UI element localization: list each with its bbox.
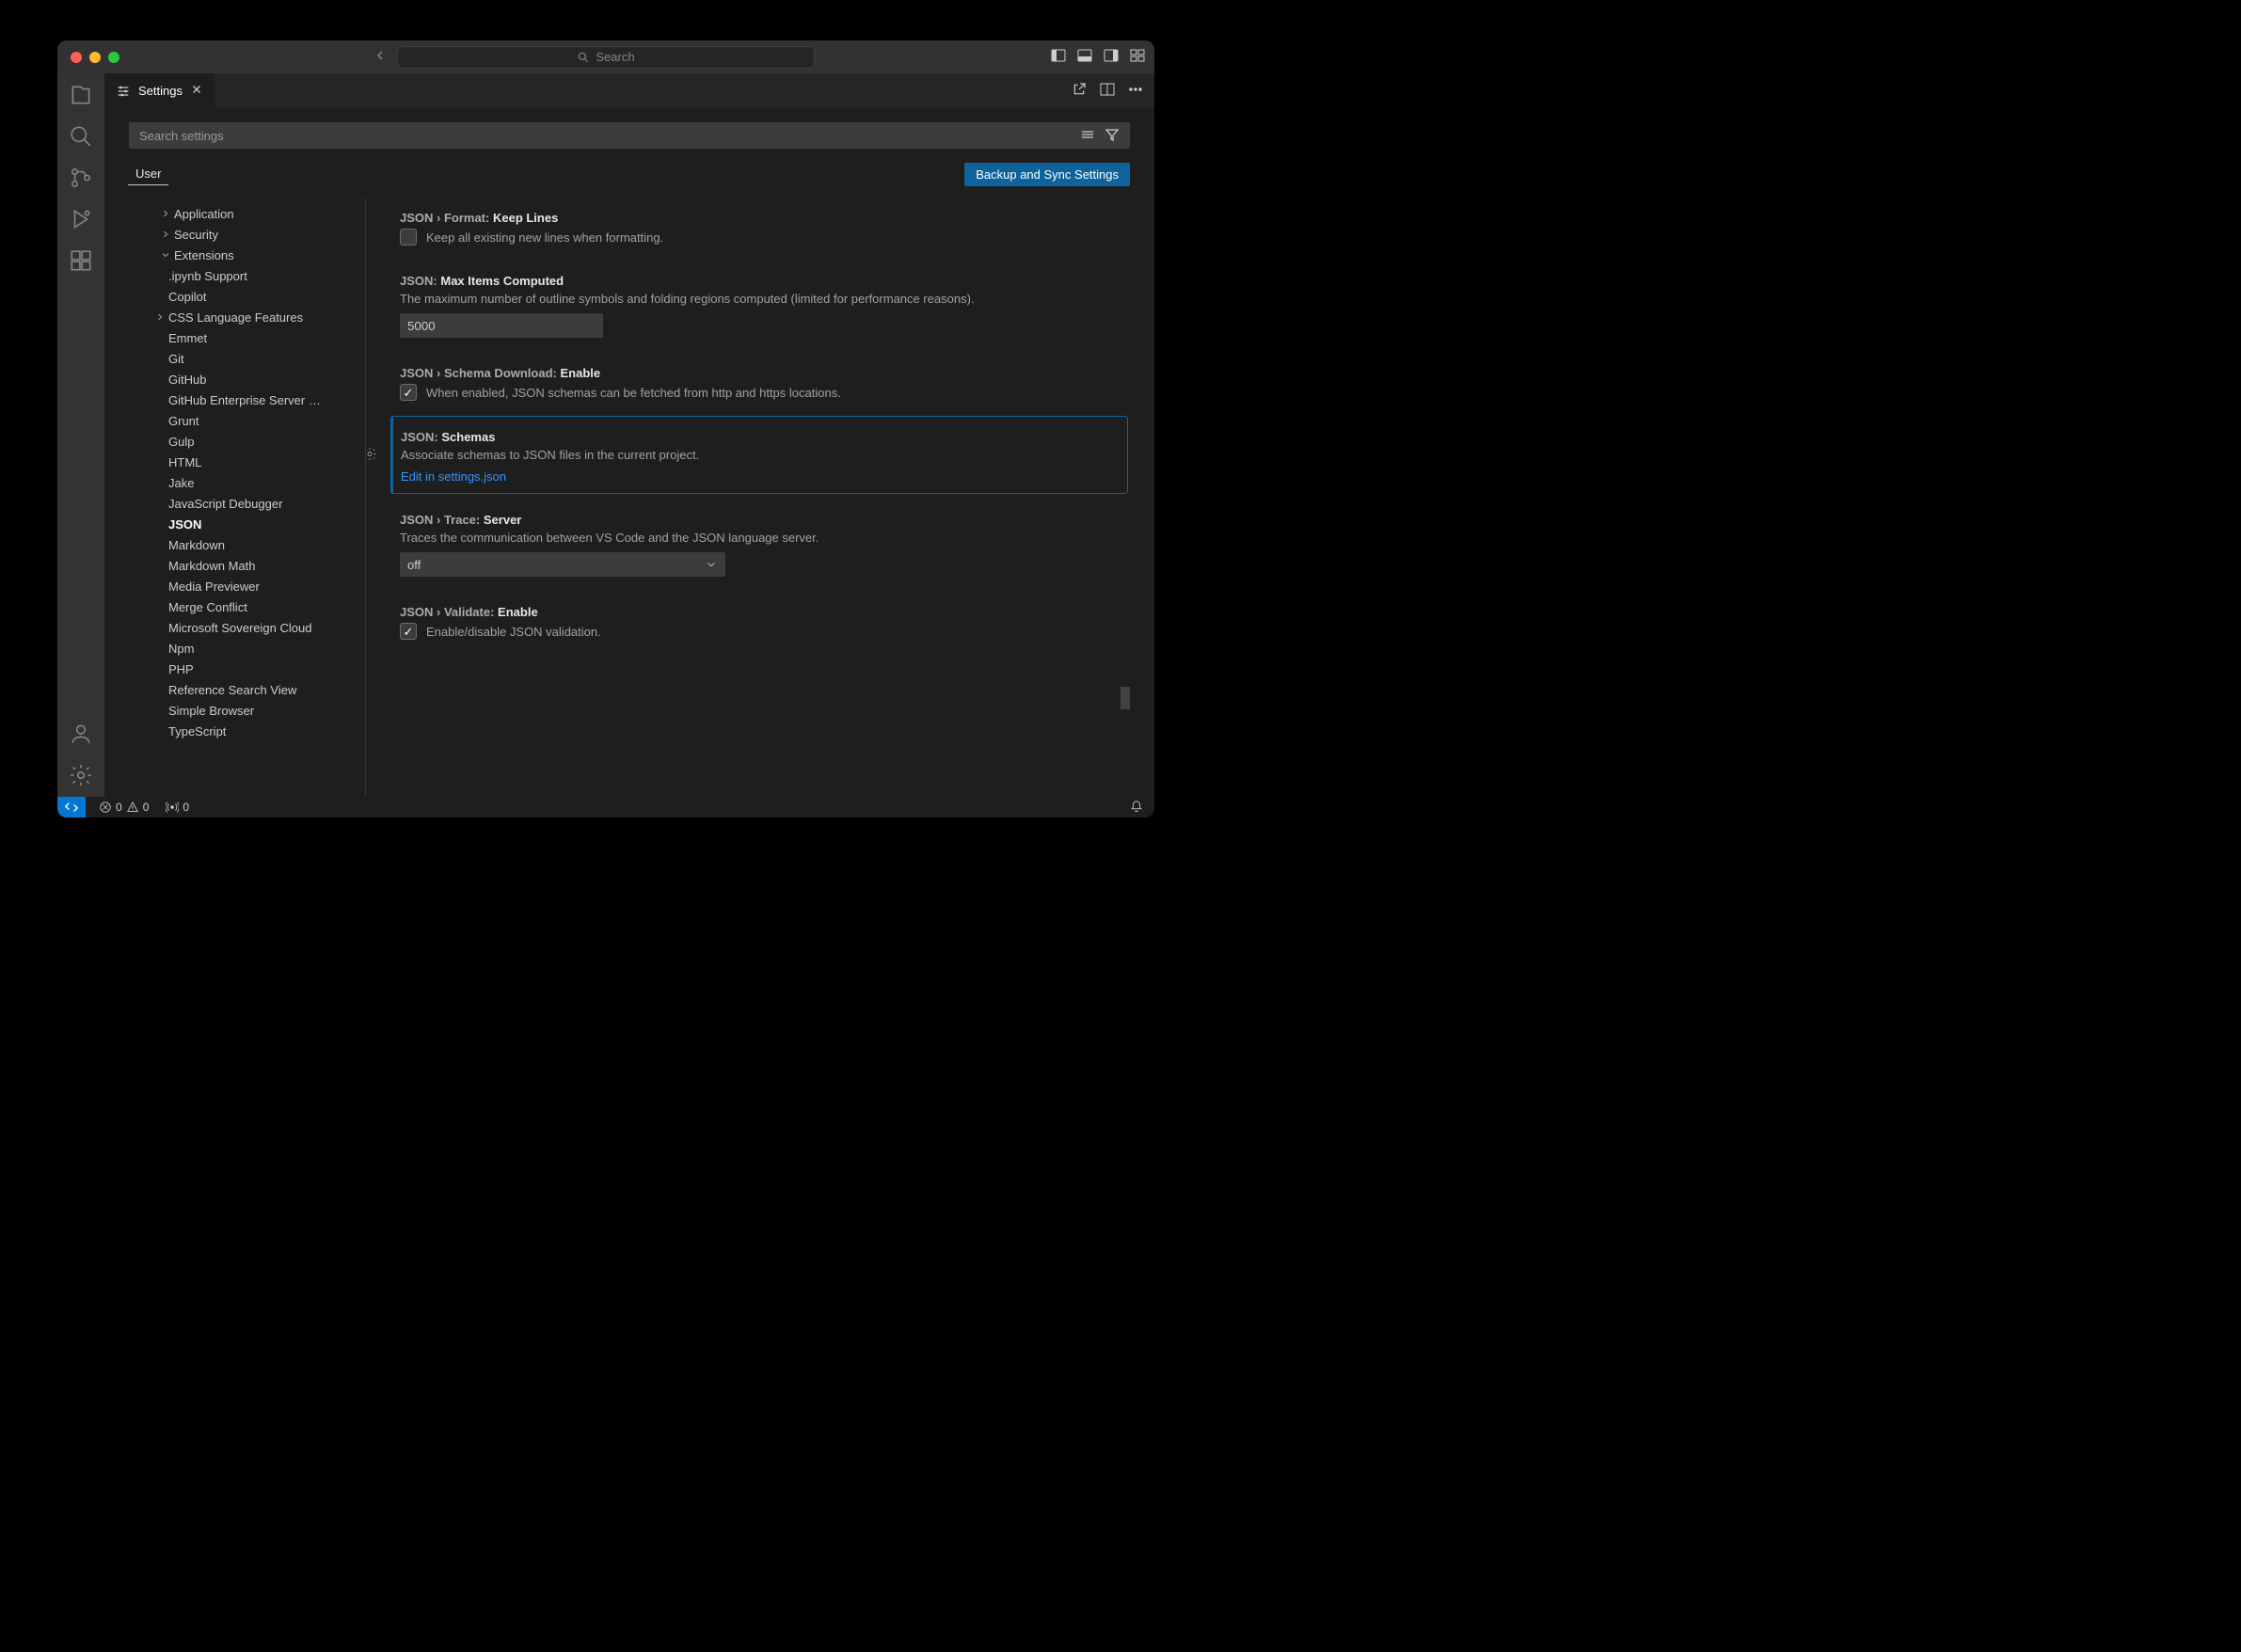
- setting-json-max-items: JSON: Max Items Computed The maximum num…: [390, 261, 1128, 347]
- customize-layout-icon[interactable]: [1130, 48, 1145, 66]
- accounts-icon[interactable]: [69, 722, 93, 746]
- settings-tab-icon: [116, 84, 131, 99]
- input-max-items[interactable]: [400, 313, 603, 338]
- tab-settings[interactable]: Settings: [104, 73, 215, 107]
- search-icon[interactable]: [69, 124, 93, 149]
- toc-item[interactable]: GitHub: [129, 369, 366, 389]
- toc-item[interactable]: Reference Search View: [129, 679, 366, 700]
- tab-close-button[interactable]: [190, 83, 203, 99]
- toc-item[interactable]: TypeScript: [129, 721, 366, 741]
- broadcast-icon: [166, 801, 179, 814]
- chevron-down-icon: [705, 558, 718, 571]
- setting-json-trace-server: JSON › Trace: Server Traces the communic…: [390, 500, 1128, 586]
- more-actions-icon[interactable]: [1128, 82, 1143, 100]
- toc-item[interactable]: Copilot: [129, 286, 366, 307]
- problems-indicator[interactable]: 0 0: [95, 797, 152, 818]
- activity-bar: [57, 73, 104, 797]
- toc-item[interactable]: JavaScript Debugger: [129, 493, 366, 514]
- filter-icon[interactable]: [1105, 127, 1120, 145]
- nav-back-button[interactable]: [373, 48, 388, 66]
- scrollbar-thumb[interactable]: [1120, 687, 1130, 709]
- source-control-icon[interactable]: [69, 166, 93, 190]
- setting-json-validate: JSON › Validate: Enable Enable/disable J…: [390, 592, 1128, 649]
- traffic-lights: [71, 52, 119, 63]
- run-debug-icon[interactable]: [69, 207, 93, 231]
- toc-item[interactable]: Markdown Math: [129, 555, 366, 576]
- toc-item[interactable]: .ipynb Support: [129, 265, 366, 286]
- toc-item[interactable]: Grunt: [129, 410, 366, 431]
- toc-item[interactable]: Microsoft Sovereign Cloud: [129, 617, 366, 638]
- select-trace-server[interactable]: off: [400, 552, 725, 577]
- toggle-secondary-sidebar-icon[interactable]: [1104, 48, 1119, 66]
- toc-item[interactable]: CSS Language Features: [129, 307, 366, 327]
- edit-in-settings-json-link[interactable]: Edit in settings.json: [401, 469, 1118, 484]
- search-icon: [577, 51, 590, 64]
- window-close-button[interactable]: [71, 52, 82, 63]
- warning-icon: [126, 801, 139, 814]
- layout-controls: [1051, 48, 1145, 66]
- titlebar: Search: [57, 40, 1154, 73]
- clear-search-icon[interactable]: [1080, 127, 1095, 145]
- window-maximize-button[interactable]: [108, 52, 119, 63]
- remote-indicator[interactable]: [57, 797, 86, 818]
- settings-toc: Application Security Extensions .ipynb S…: [129, 198, 366, 797]
- settings-search-placeholder: Search settings: [139, 129, 224, 143]
- vscode-window: Search Settings: [57, 40, 1154, 818]
- split-editor-icon[interactable]: [1100, 82, 1115, 100]
- notifications-bell-icon[interactable]: [1130, 800, 1143, 816]
- toc-item[interactable]: Npm: [129, 638, 366, 659]
- toggle-panel-icon[interactable]: [1077, 48, 1092, 66]
- error-icon: [99, 801, 112, 814]
- toc-item[interactable]: Simple Browser: [129, 700, 366, 721]
- checkbox-validate[interactable]: [400, 623, 417, 640]
- toc-item[interactable]: Media Previewer: [129, 576, 366, 596]
- extensions-icon[interactable]: [69, 248, 93, 273]
- toc-item[interactable]: HTML: [129, 452, 366, 472]
- toc-item[interactable]: Merge Conflict: [129, 596, 366, 617]
- toc-item-json[interactable]: JSON: [129, 514, 366, 534]
- command-center-search[interactable]: Search: [397, 46, 815, 69]
- explorer-icon[interactable]: [69, 83, 93, 107]
- status-bar: 0 0 0: [57, 797, 1154, 818]
- tab-label: Settings: [138, 84, 183, 98]
- toc-item[interactable]: GitHub Enterprise Server …: [129, 389, 366, 410]
- toggle-primary-sidebar-icon[interactable]: [1051, 48, 1066, 66]
- search-placeholder: Search: [596, 50, 634, 64]
- manage-gear-icon[interactable]: [69, 763, 93, 787]
- ports-indicator[interactable]: 0: [162, 797, 193, 818]
- checkbox-schema-download[interactable]: [400, 384, 417, 401]
- editor-tabs: Settings: [104, 73, 1154, 107]
- backup-sync-button[interactable]: Backup and Sync Settings: [964, 163, 1130, 186]
- toc-security[interactable]: Security: [129, 224, 366, 245]
- settings-list[interactable]: JSON › Format: Keep Lines Keep all exist…: [366, 198, 1130, 797]
- toc-item[interactable]: Markdown: [129, 534, 366, 555]
- toc-application[interactable]: Application: [129, 203, 366, 224]
- toc-item[interactable]: Git: [129, 348, 366, 369]
- setting-json-schema-download: JSON › Schema Download: Enable When enab…: [390, 353, 1128, 410]
- checkbox-keep-lines[interactable]: [400, 229, 417, 246]
- toc-item[interactable]: Gulp: [129, 431, 366, 452]
- setting-json-schemas[interactable]: JSON: Schemas Associate schemas to JSON …: [390, 416, 1128, 494]
- toc-item[interactable]: Emmet: [129, 327, 366, 348]
- settings-search-input[interactable]: Search settings: [129, 122, 1130, 149]
- toc-item[interactable]: PHP: [129, 659, 366, 679]
- scope-tab-user[interactable]: User: [128, 163, 168, 185]
- open-settings-json-icon[interactable]: [1072, 82, 1087, 100]
- window-minimize-button[interactable]: [89, 52, 101, 63]
- setting-gear-icon[interactable]: [366, 446, 377, 464]
- toc-item[interactable]: Jake: [129, 472, 366, 493]
- setting-json-format-keep-lines: JSON › Format: Keep Lines Keep all exist…: [390, 198, 1128, 255]
- toc-extensions[interactable]: Extensions: [129, 245, 366, 265]
